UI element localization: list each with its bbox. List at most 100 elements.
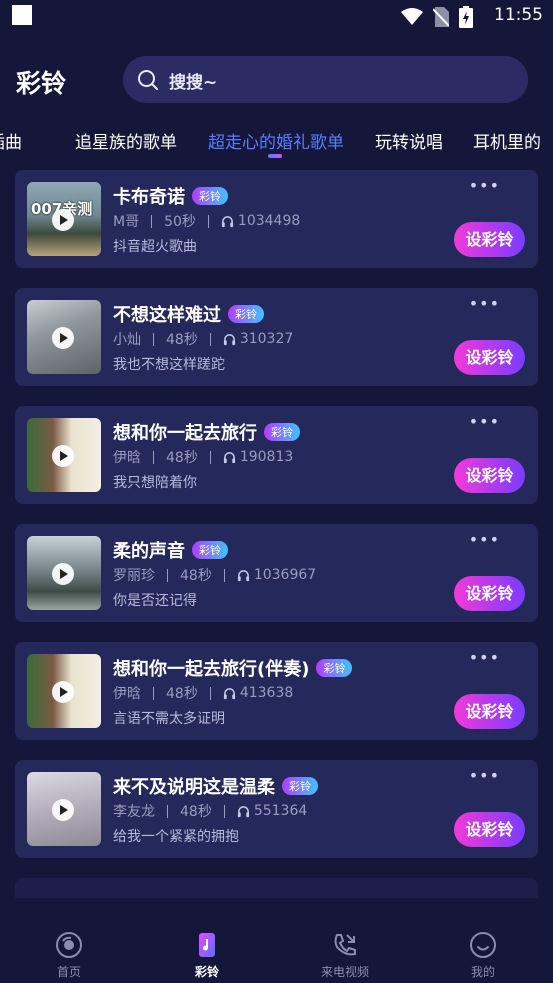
- tab-wedding[interactable]: 超走心的婚礼歌单: [208, 128, 344, 153]
- play-icon[interactable]: [52, 799, 74, 821]
- tab-star-chaser[interactable]: 追星族的歌单: [75, 128, 177, 153]
- nav-call-video[interactable]: 来电视频: [305, 931, 385, 980]
- search-icon: [138, 70, 158, 90]
- divider: [153, 686, 154, 700]
- divider: [167, 568, 168, 582]
- play-count: 1036967: [253, 567, 317, 583]
- nav-ringtone[interactable]: 彩铃: [167, 931, 247, 980]
- play-count: 413638: [239, 685, 294, 701]
- profile-icon: [470, 932, 496, 958]
- ringtone-badge: 彩铃: [192, 187, 228, 205]
- play-icon[interactable]: [52, 563, 74, 585]
- search-placeholder: 搜搜~: [169, 73, 218, 93]
- ringtone-badge: 彩铃: [228, 305, 264, 323]
- no-sim-icon: [433, 7, 449, 27]
- song-thumbnail[interactable]: [27, 536, 101, 610]
- more-options-button[interactable]: •••: [469, 766, 500, 785]
- more-options-button[interactable]: •••: [469, 176, 500, 195]
- divider: [209, 332, 211, 346]
- song-title-row: 柔的声音 彩铃: [113, 537, 228, 563]
- song-title-row: 不想这样难过 彩铃: [113, 301, 264, 327]
- divider: [151, 214, 153, 228]
- nav-home[interactable]: 首页: [29, 931, 109, 980]
- set-ringtone-button[interactable]: 设彩铃: [454, 340, 525, 375]
- song-title: 想和你一起去旅行: [113, 423, 257, 444]
- song-title: 不想这样难过: [113, 305, 221, 326]
- play-count: 551364: [253, 803, 308, 819]
- more-options-button[interactable]: •••: [469, 412, 500, 431]
- ringtone-badge: 彩铃: [192, 541, 228, 559]
- play-icon[interactable]: [52, 445, 74, 467]
- page-title: 彩铃: [16, 69, 67, 98]
- wifi-icon: [401, 8, 423, 25]
- song-meta: 小灿 48秒 310327: [113, 329, 293, 349]
- song-meta: 伊晗 48秒 190813: [113, 447, 293, 467]
- divider: [209, 686, 211, 700]
- list-item[interactable]: 想和你一起去旅行 彩铃 伊晗 48秒 190813 我只想陪着你 ••• 设彩铃: [15, 406, 538, 504]
- song-thumbnail[interactable]: [27, 654, 101, 728]
- nav-profile-label: 我的: [470, 965, 495, 979]
- list-item[interactable]: 不想这样难过 彩铃 小灿 48秒 310327 我也不想这样蹉跎 ••• 设彩铃: [15, 288, 538, 386]
- set-ringtone-button[interactable]: 设彩铃: [454, 694, 525, 729]
- divider: [153, 332, 154, 346]
- set-ringtone-button[interactable]: 设彩铃: [454, 222, 525, 257]
- list-item[interactable]: 来不及说明这是温柔 彩铃李友龙 48秒 551364 给我一个紧紧的拥抱 ••• 设彩铃: [15, 760, 538, 858]
- song-thumbnail[interactable]: [27, 418, 101, 492]
- divider: [209, 450, 211, 464]
- artist-name: M哥: [113, 214, 140, 230]
- artist-name: 小灿: [113, 332, 141, 348]
- song-meta: M哥 50秒 1034498: [113, 211, 300, 231]
- duration: 48秒: [166, 686, 198, 702]
- song-title-row: 想和你一起去旅行 彩铃: [113, 419, 300, 445]
- song-description: 你是否还记得: [113, 593, 197, 609]
- song-title: 来不及说明这是温柔: [113, 777, 275, 798]
- song-title-row: 想和你一起去旅行(伴奏) 彩铃: [113, 655, 353, 681]
- battery-icon: [459, 6, 473, 28]
- divider: [223, 568, 225, 582]
- duration: 48秒: [180, 568, 212, 584]
- headphone-icon: [237, 805, 249, 817]
- status-bar: 11:55: [0, 0, 553, 32]
- play-icon[interactable]: [52, 209, 74, 231]
- ringtone-badge: 彩铃: [282, 777, 318, 795]
- ringtone-badge: 彩铃: [316, 659, 353, 677]
- nav-profile[interactable]: 我的: [443, 931, 523, 980]
- more-options-button[interactable]: •••: [469, 294, 500, 313]
- song-thumbnail[interactable]: [27, 300, 101, 374]
- list-item[interactable]: 007亲测卡布奇诺彩铃 M哥 50秒 1034498 抖音超火歌曲 ••• 设彩铃: [15, 170, 538, 268]
- song-title: 想和你一起去旅行(伴奏): [113, 659, 310, 680]
- play-icon[interactable]: [52, 681, 74, 703]
- list-item[interactable]: 想和你一起去旅行(伴奏) 彩铃 伊晗 48秒 413638 言语不需太多证明 ••• 设彩铃: [15, 642, 538, 740]
- duration: 48秒: [180, 804, 212, 820]
- search-input[interactable]: 搜搜~: [123, 56, 528, 103]
- disc-icon: [56, 932, 82, 958]
- tab-earphone[interactable]: 耳机里的: [473, 128, 541, 153]
- song-thumbnail[interactable]: [27, 772, 101, 846]
- more-options-button[interactable]: •••: [469, 530, 500, 549]
- headphone-icon: [223, 687, 235, 699]
- status-icons: [401, 6, 473, 28]
- song-description: 给我一个紧紧的拥抱: [113, 829, 239, 845]
- set-ringtone-button[interactable]: 设彩铃: [454, 812, 525, 847]
- song-meta: 李友龙 48秒 551364: [113, 801, 307, 821]
- nav-ringtone-label: 彩铃: [194, 965, 219, 979]
- play-icon[interactable]: [52, 327, 74, 349]
- divider: [207, 214, 209, 228]
- list-item[interactable]: 柔的声音 彩铃 罗丽珍 48秒 1036967 你是否还记得 ••• 设彩铃: [15, 524, 538, 622]
- tab-rap[interactable]: 玩转说唱: [375, 128, 443, 153]
- song-description: 我也不想这样蹉跎: [113, 357, 225, 373]
- more-options-button[interactable]: •••: [469, 648, 500, 667]
- song-thumbnail[interactable]: 007亲测: [27, 182, 101, 256]
- ringtone-icon: [199, 933, 215, 957]
- divider: [153, 450, 154, 464]
- set-ringtone-button[interactable]: 设彩铃: [454, 458, 525, 493]
- notification-icon: [12, 5, 32, 25]
- song-meta: 伊晗 48秒 413638: [113, 683, 293, 703]
- tab-chaqu[interactable]: 插曲: [0, 128, 22, 153]
- nav-home-label: 首页: [56, 965, 81, 979]
- artist-name: 李友龙: [113, 804, 155, 820]
- nav-call-video-label: 来电视频: [320, 965, 369, 979]
- set-ringtone-button[interactable]: 设彩铃: [454, 576, 525, 611]
- duration: 50秒: [164, 214, 196, 230]
- song-description: 言语不需太多证明: [113, 711, 225, 727]
